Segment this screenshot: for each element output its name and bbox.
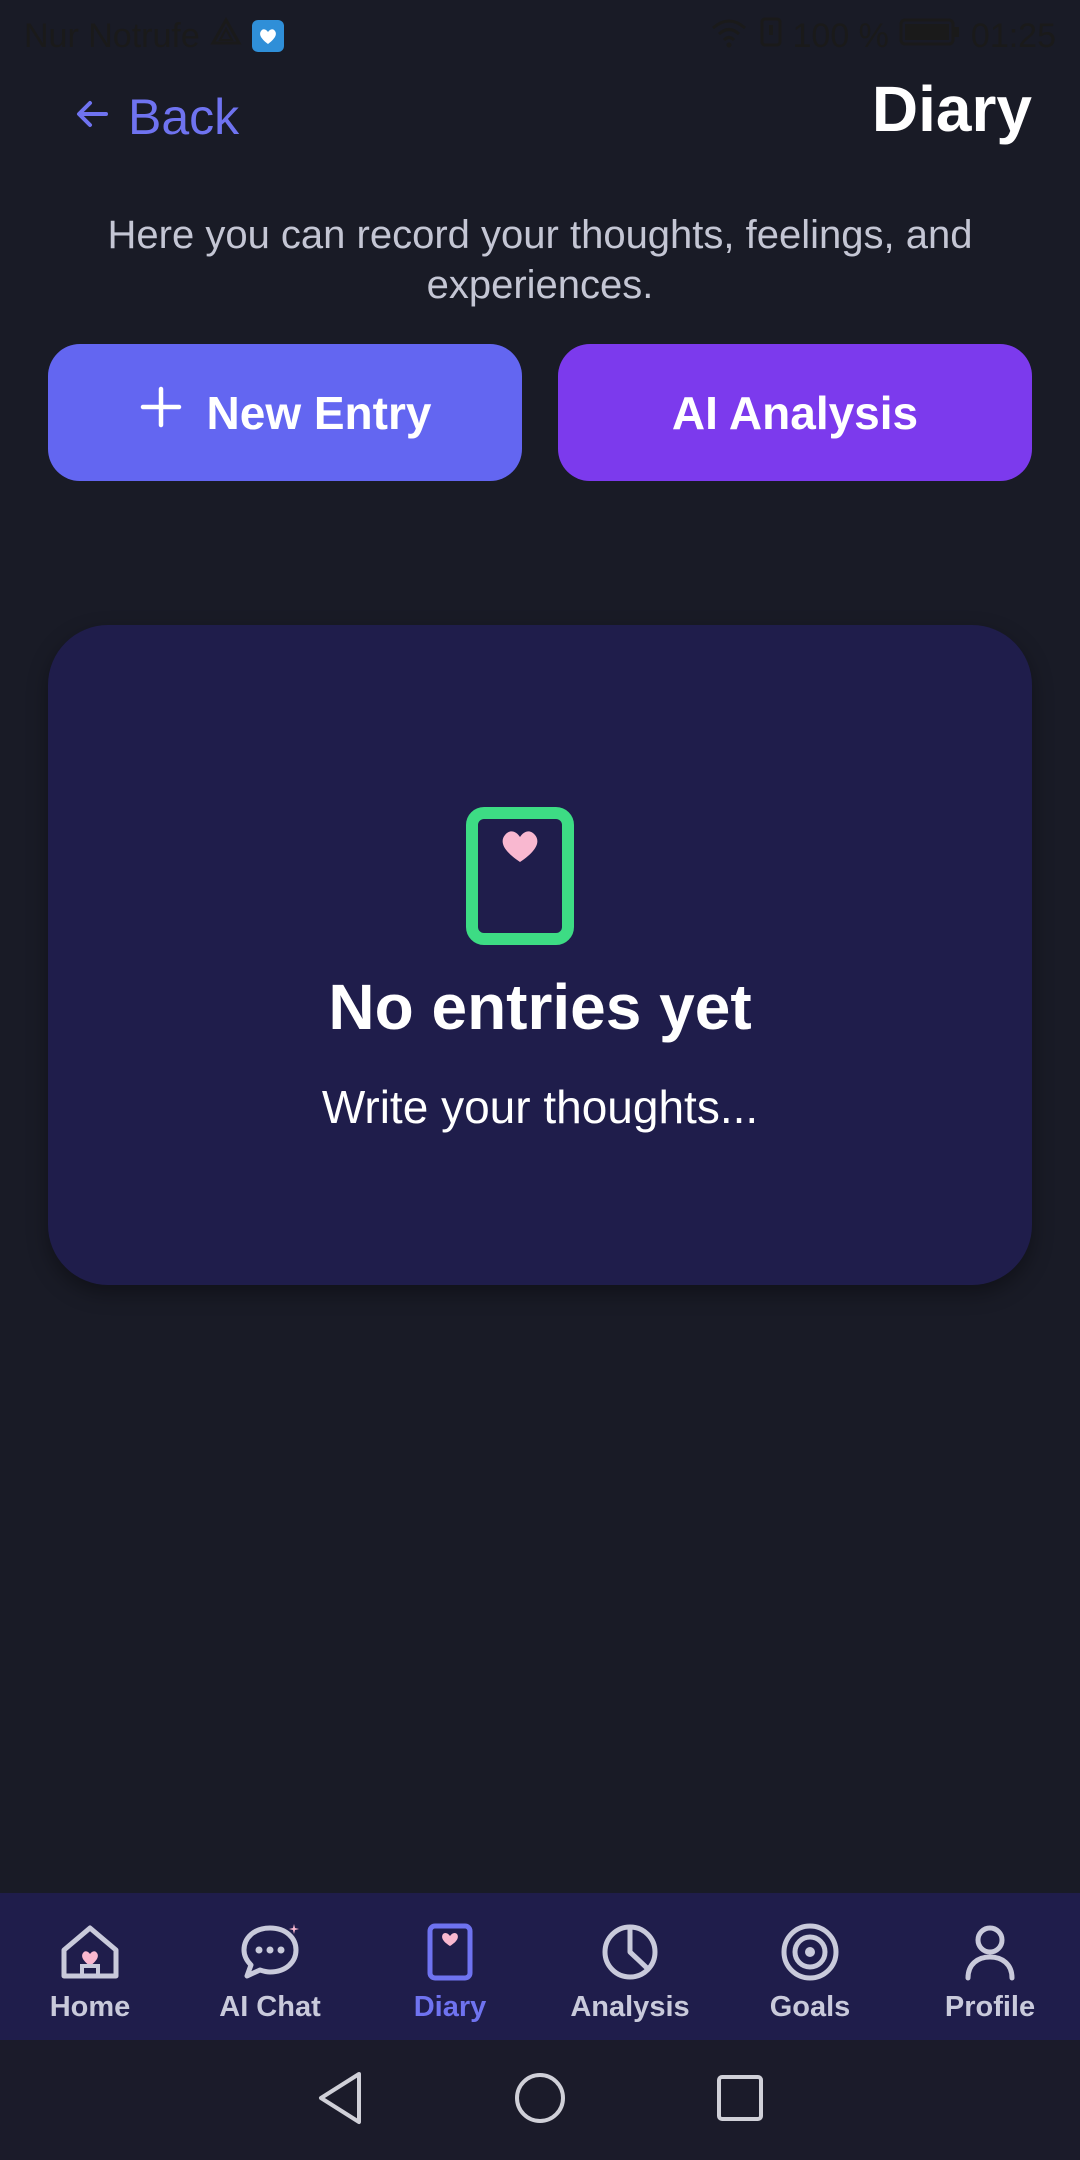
header: Back Diary xyxy=(0,72,1080,172)
arrow-left-icon xyxy=(72,88,112,146)
home-icon xyxy=(58,1919,122,1985)
square-recents-icon xyxy=(715,2073,765,2128)
carrier-text: Nur Notrufe xyxy=(24,16,200,55)
sim-icon xyxy=(759,16,783,57)
clock: 01:25 xyxy=(970,16,1056,55)
system-back-button[interactable] xyxy=(310,2070,370,2130)
target-icon xyxy=(778,1919,842,1985)
circle-home-icon xyxy=(512,2070,568,2131)
triangle-back-icon xyxy=(315,2070,365,2131)
battery-icon xyxy=(899,17,961,56)
empty-state-title: No entries yet xyxy=(328,971,752,1043)
back-label: Back xyxy=(128,89,240,145)
new-entry-button[interactable]: New Entry xyxy=(48,344,522,481)
diary-heart-icon xyxy=(464,805,576,952)
nav-item-analysis[interactable]: Analysis xyxy=(540,1893,720,2040)
user-icon xyxy=(958,1919,1022,1985)
pie-chart-icon xyxy=(598,1919,662,1985)
system-recents-button[interactable] xyxy=(710,2070,770,2130)
nav-label-analysis: Analysis xyxy=(570,1991,690,2023)
bottom-nav: Home AI Chat Diary Analysis Goals Profil… xyxy=(0,1893,1080,2040)
nav-item-profile[interactable]: Profile xyxy=(900,1893,1080,2040)
status-left: Nur Notrufe xyxy=(24,16,284,56)
diary-icon xyxy=(426,1919,474,1985)
ai-analysis-label: AI Analysis xyxy=(671,386,919,439)
empty-state-card: No entries yet Write your thoughts... xyxy=(48,625,1032,1285)
app-notification-icon xyxy=(251,20,284,52)
system-nav-bar xyxy=(0,2040,1080,2160)
back-button[interactable]: Back xyxy=(72,82,239,152)
intro-text: Here you can record your thoughts, feeli… xyxy=(107,213,973,307)
nav-label-profile: Profile xyxy=(944,1991,1036,2023)
new-entry-label: New Entry xyxy=(206,386,432,439)
nav-item-diary[interactable]: Diary xyxy=(360,1893,540,2040)
nav-item-home[interactable]: Home xyxy=(0,1893,180,2040)
system-home-button[interactable] xyxy=(510,2070,570,2130)
chat-icon xyxy=(238,1919,302,1985)
nav-item-goals[interactable]: Goals xyxy=(720,1893,900,2040)
page-title: Diary xyxy=(871,73,1032,145)
plus-icon xyxy=(139,385,183,440)
nav-label-ai-chat: AI Chat xyxy=(219,1991,321,2023)
nav-label-goals: Goals xyxy=(769,1991,851,2023)
nav-label-home: Home xyxy=(49,1991,131,2023)
ai-analysis-button[interactable]: AI Analysis xyxy=(558,344,1032,481)
battery-percent: 100 % xyxy=(792,16,889,55)
nav-label-diary: Diary xyxy=(413,1991,487,2023)
wifi-icon xyxy=(709,16,749,57)
nav-item-ai-chat[interactable]: AI Chat xyxy=(180,1893,360,2040)
status-right: 100 % 01:25 xyxy=(709,16,1056,57)
empty-state-subtitle: Write your thoughts... xyxy=(321,1081,759,1133)
drive-icon xyxy=(210,16,242,56)
status-bar: Nur Notrufe 100 % 01:25 xyxy=(0,0,1080,72)
